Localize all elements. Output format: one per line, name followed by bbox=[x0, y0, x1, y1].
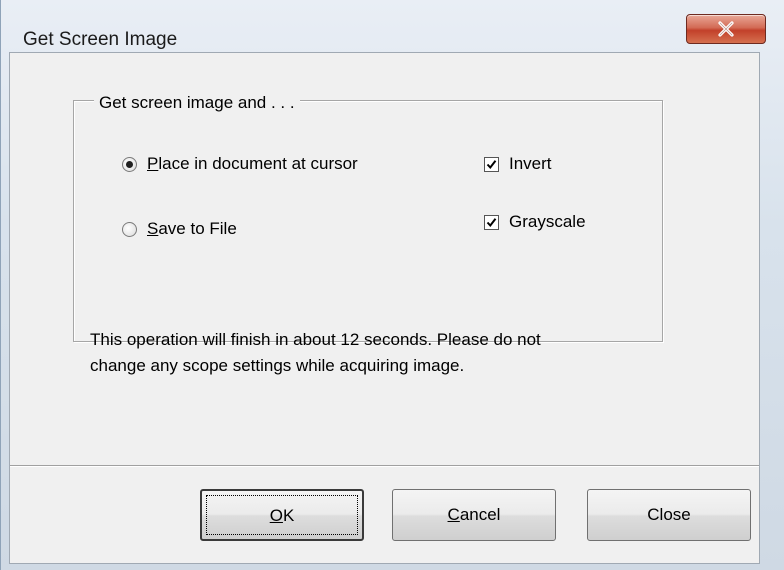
ok-button[interactable]: OK bbox=[200, 489, 364, 541]
place-in-document-label: Place in document at cursor bbox=[147, 154, 358, 173]
invert-checkbox[interactable]: Invert bbox=[484, 154, 552, 174]
close-x-icon bbox=[718, 21, 734, 37]
grayscale-label: Grayscale bbox=[509, 212, 586, 231]
radio-button-selected-icon bbox=[122, 156, 137, 172]
invert-label: Invert bbox=[509, 154, 552, 173]
cancel-button-label: Cancel bbox=[447, 505, 501, 524]
dialog-window: Get Screen Image Get screen image and . … bbox=[0, 0, 784, 570]
grayscale-checkbox[interactable]: Grayscale bbox=[484, 212, 586, 232]
title-bar[interactable]: Get Screen Image bbox=[1, 0, 784, 50]
dialog-client-area: Get screen image and . . . Place in docu… bbox=[9, 52, 760, 564]
save-to-file-label: Save to File bbox=[147, 219, 237, 238]
close-button-label: Close bbox=[647, 505, 691, 524]
ok-button-label: OK bbox=[269, 506, 295, 525]
info-message-line: This operation will finish in about 12 s… bbox=[90, 330, 541, 349]
info-message-line: change any scope settings while acquirin… bbox=[90, 356, 465, 375]
window-title: Get Screen Image bbox=[23, 29, 178, 50]
groupbox-legend: Get screen image and . . . bbox=[94, 93, 300, 113]
radio-button-empty-icon bbox=[122, 221, 137, 237]
save-to-file-radio[interactable]: Save to File bbox=[122, 219, 237, 239]
place-in-document-radio[interactable]: Place in document at cursor bbox=[122, 154, 358, 174]
button-bar-divider bbox=[10, 465, 759, 467]
checkbox-checked-icon bbox=[484, 214, 499, 230]
close-button[interactable]: Close bbox=[587, 489, 751, 541]
cancel-button[interactable]: Cancel bbox=[392, 489, 556, 541]
checkbox-checked-icon bbox=[484, 156, 499, 172]
info-message: This operation will finish in about 12 s… bbox=[90, 327, 650, 379]
window-close-button[interactable] bbox=[686, 14, 766, 44]
